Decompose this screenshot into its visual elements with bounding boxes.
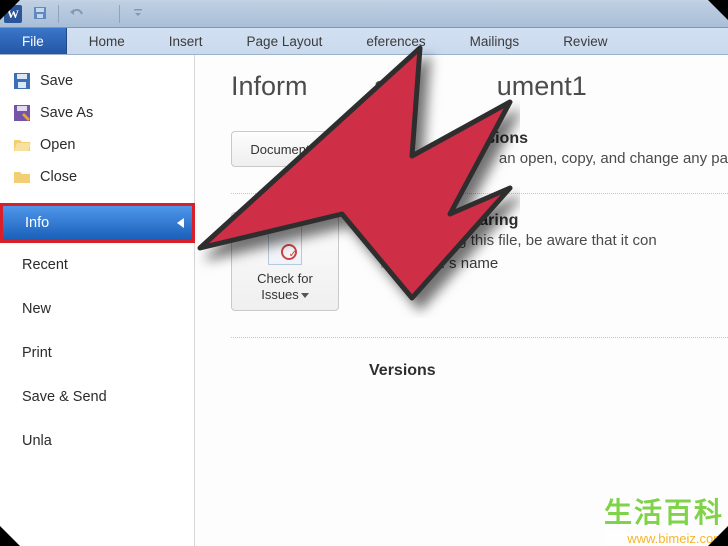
word-app-icon: W [4,5,22,23]
title-bar: W [0,0,728,28]
menu-label: Save As [40,105,93,121]
qat-customize-icon[interactable] [130,5,146,21]
section-heading: Versions [369,362,728,380]
menu-label: New [22,301,51,317]
menu-label: Info [25,215,49,231]
menu-label: Recent [22,257,68,273]
submenu-arrow-icon [177,218,184,228]
tab-review[interactable]: Review [541,28,629,54]
button-label-line2: Issues [261,287,299,302]
file-tab[interactable]: File [0,28,67,54]
qat-save-icon[interactable] [32,5,48,21]
section-text: Before sharing this file, be aware that … [369,232,728,249]
menu-print[interactable]: Print [0,331,194,375]
backstage-content: Information about Document1 Document sio… [195,55,728,546]
bullet-square-icon [381,259,390,268]
menu-label: Save [40,73,73,89]
close-folder-icon [12,167,32,187]
section-prepare-sharing: Check for Issues Prepare for Sharing Bef… [231,194,728,338]
menu-info-highlighted: Info [0,203,194,243]
section-heading: Prepare for Sharing [369,212,728,230]
qat-undo-icon[interactable] [69,5,85,21]
document-check-icon [268,223,302,265]
menu-label: Print [22,345,52,361]
button-label-line1: Check for [257,271,313,286]
section-heading: sions [369,130,728,148]
quick-access-toolbar [32,5,146,23]
section-versions: Versions [231,338,728,408]
open-folder-icon [12,135,32,155]
page-title: Information about Document1 [231,71,728,102]
menu-save-as[interactable]: Save As [0,97,194,129]
menu-label: Save & Send [22,389,107,405]
bullet-text: Author's name [402,255,498,272]
chevron-down-icon [301,293,309,298]
qat-separator [119,5,120,23]
menu-help[interactable]: Unla [0,419,194,463]
bullet-item: Author's name [381,255,728,272]
tab-mailings[interactable]: Mailings [448,28,542,54]
tab-references[interactable]: eferences [344,28,447,54]
menu-label: Unla [22,433,52,449]
menu-label: Open [40,137,75,153]
save-icon [12,71,32,91]
backstage-view: Save Save As Open Close Info [0,55,728,546]
save-as-icon [12,103,32,123]
button-label: Document [250,142,309,157]
qat-redo-icon[interactable] [93,5,109,21]
menu-open[interactable]: Open [0,129,194,161]
qat-separator [58,5,59,23]
menu-save[interactable]: Save [0,65,194,97]
tab-page-layout[interactable]: Page Layout [225,28,345,54]
backstage-side-menu: Save Save As Open Close Info [0,55,195,546]
chevron-down-icon [312,148,320,153]
menu-recent[interactable]: Recent [0,243,194,287]
check-for-issues-button[interactable]: Check for Issues [231,212,339,311]
protect-document-button[interactable]: Document [231,131,339,167]
section-text: an open, copy, and change any pa [369,150,728,167]
menu-label: Close [40,169,77,185]
tab-insert[interactable]: Insert [147,28,225,54]
ribbon-tabs: File Home Insert Page Layout eferences M… [0,28,728,55]
menu-new[interactable]: New [0,287,194,331]
section-permissions: Document sions an open, copy, and change… [231,120,728,194]
menu-info[interactable]: Info [0,203,195,243]
tab-home[interactable]: Home [67,28,147,54]
menu-save-send[interactable]: Save & Send [0,375,194,419]
menu-close[interactable]: Close [0,161,194,193]
